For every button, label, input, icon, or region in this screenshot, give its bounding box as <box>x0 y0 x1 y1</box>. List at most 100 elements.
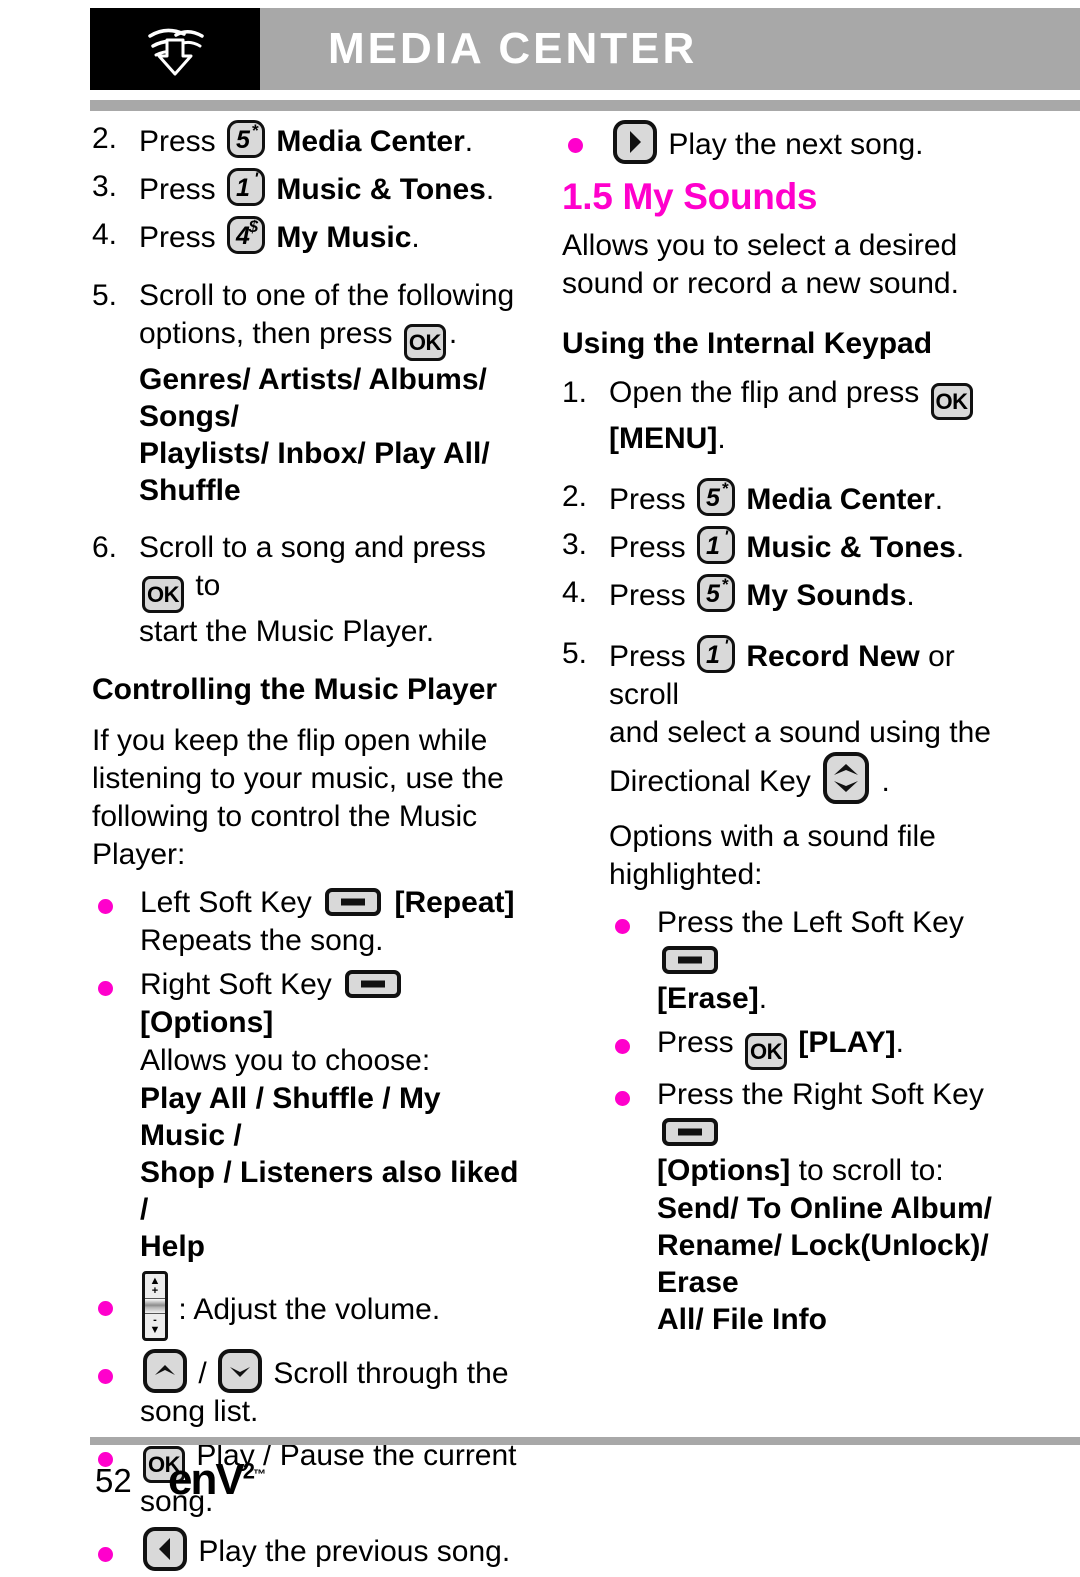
menu-label: My Music <box>276 221 412 254</box>
arrow-right-key-icon <box>613 120 657 164</box>
trademark-symbol: ™ <box>252 1466 266 1482</box>
step6-line1-post: to <box>195 569 221 602</box>
menu-label: My Sounds <box>746 579 907 612</box>
bullet-dot <box>615 1039 630 1054</box>
erase-bracket-line: [Erase]. <box>657 980 1032 1018</box>
bullet-previous-song: Play the previous song. <box>92 1527 527 1571</box>
options-list-line-3: All/ File Info <box>657 1303 827 1336</box>
options-intro: Options with a sound file highlighted: <box>609 820 936 891</box>
step-punct: . <box>955 531 965 564</box>
step1-line1: Open the flip and press OK <box>609 374 1032 420</box>
options-list-line-3: Help <box>140 1230 206 1263</box>
bullet-dot <box>98 1301 113 1316</box>
step-punct: . <box>906 579 915 612</box>
bullet-scroll: / Scroll through the song list. <box>92 1349 527 1431</box>
options-bracket: [Options] <box>140 1006 274 1039</box>
list-item: 2. Press 5 * Media Center. <box>92 120 527 161</box>
volume-rocker-icon: ▲ + - ▼ <box>142 1271 168 1341</box>
step5-line2-pre: options, then press <box>139 317 393 350</box>
play-pre: Press <box>657 1026 734 1059</box>
repeat-bracket: [Repeat] <box>394 886 515 919</box>
bullet-dot <box>98 1547 113 1562</box>
step-text-pre: Press <box>139 173 216 206</box>
list-item: 4. Press 4 $ My Music. <box>92 216 527 257</box>
key-digit: 1 <box>236 174 250 202</box>
menu-label: Media Center <box>276 125 465 158</box>
step1-punct: . <box>717 422 726 455</box>
key-digit: 5 <box>706 580 720 608</box>
directional-key-icon <box>823 752 870 804</box>
erase-text: Press the Left Soft Key <box>657 906 964 939</box>
bullet-dot <box>615 919 630 934</box>
list-item: 4. Press 5 * My Sounds. <box>562 574 1032 615</box>
bullet-dot <box>568 138 583 153</box>
step-number: 5. <box>92 279 118 312</box>
key-superscript: ' <box>723 527 729 546</box>
play-punct: . <box>895 1026 904 1059</box>
bullet-play: Press OK [PLAY]. <box>609 1024 1032 1070</box>
bullet-dot <box>98 899 113 914</box>
scroll-text: Scroll through the song list. <box>140 1357 509 1428</box>
list-item: 2. Press 5 * Media Center. <box>562 478 1032 519</box>
step-text-pre: Press <box>139 125 216 158</box>
bullet-dot <box>98 1369 113 1384</box>
left-column: 2. Press 5 * Media Center. 3. Press 1 ' … <box>92 120 527 1577</box>
options-list-line-2: Shop / Listeners also liked / <box>140 1156 519 1226</box>
step5-line1: Scroll to one of the following <box>139 279 515 312</box>
volume-down-arrow: ▼ <box>149 1324 161 1336</box>
env2-logo: enV2™ <box>168 1455 266 1505</box>
right-column: Play the next song. 1.5 My Sounds Allows… <box>562 120 1032 1344</box>
key-superscript: ' <box>253 169 259 188</box>
scroll-separator: / <box>198 1357 207 1390</box>
step-punct: . <box>485 173 495 206</box>
step-number: 6. <box>92 531 118 564</box>
step5-line3-post: . <box>881 765 890 798</box>
directional-key-label: Directional Key <box>609 765 811 798</box>
soft-key-icon <box>662 1118 718 1146</box>
key-digit: 1 <box>706 641 720 669</box>
logo-text: enV <box>168 1455 245 1504</box>
ok-key-icon: OK <box>403 324 446 361</box>
menu-label: Music & Tones <box>746 531 956 564</box>
options-text: Press the Right Soft Key <box>657 1078 984 1111</box>
step-punct: . <box>411 221 420 254</box>
step6-line1: Scroll to a song and press OK to <box>139 529 527 613</box>
step-punct: . <box>934 483 944 516</box>
step-number: 3. <box>92 170 118 203</box>
step-text-pre: Press <box>609 579 686 612</box>
ok-key-icon: OK <box>745 1033 788 1070</box>
keypad-5-icon: 5 * <box>697 574 736 612</box>
option-bullets-group: Press the Left Soft Key [Erase]. Press O… <box>562 904 1032 1338</box>
key-superscript: * <box>721 575 729 594</box>
list-item: 3. Press 1 ' Music & Tones. <box>562 526 1032 567</box>
menu-label: Music & Tones <box>276 173 486 206</box>
right-soft-key-label: Right Soft Key <box>140 968 332 1001</box>
volume-plus: + <box>151 1285 159 1297</box>
step-number: 4. <box>92 218 118 251</box>
erase-bracket: [Erase] <box>657 982 759 1015</box>
step-number: 3. <box>562 528 588 561</box>
bullet-options: Press the Right Soft Key [Options] to sc… <box>609 1076 1032 1338</box>
right-soft-key-desc: Allows you to choose: <box>140 1044 431 1077</box>
keypad-5-icon: 5 * <box>697 478 736 516</box>
keypad-5-icon: 5 * <box>227 120 266 158</box>
step5-line2: options, then press OK. <box>139 315 527 361</box>
options-post: to scroll to: <box>798 1154 944 1187</box>
step1-line1-pre: Open the flip and press <box>609 376 920 409</box>
keypad-1-icon: 1 ' <box>697 526 736 564</box>
list-item: 5. Scroll to one of the following option… <box>92 277 527 509</box>
step-number: 2. <box>92 122 118 155</box>
keypad-1-icon: 1 ' <box>227 168 266 206</box>
step-text-pre: Press <box>139 221 216 254</box>
erase-punct: . <box>758 982 768 1015</box>
section-heading-controlling: Controlling the Music Player <box>92 673 498 706</box>
play-bracket: [PLAY] <box>798 1026 896 1059</box>
step5-line2: and select a sound using the <box>609 716 991 749</box>
step-number: 2. <box>562 480 588 513</box>
list-item: 5. Press 1 ' Record New or scroll and se… <box>562 635 1032 804</box>
ok-key-icon: OK <box>142 576 184 613</box>
bullet-dot <box>615 1091 630 1106</box>
